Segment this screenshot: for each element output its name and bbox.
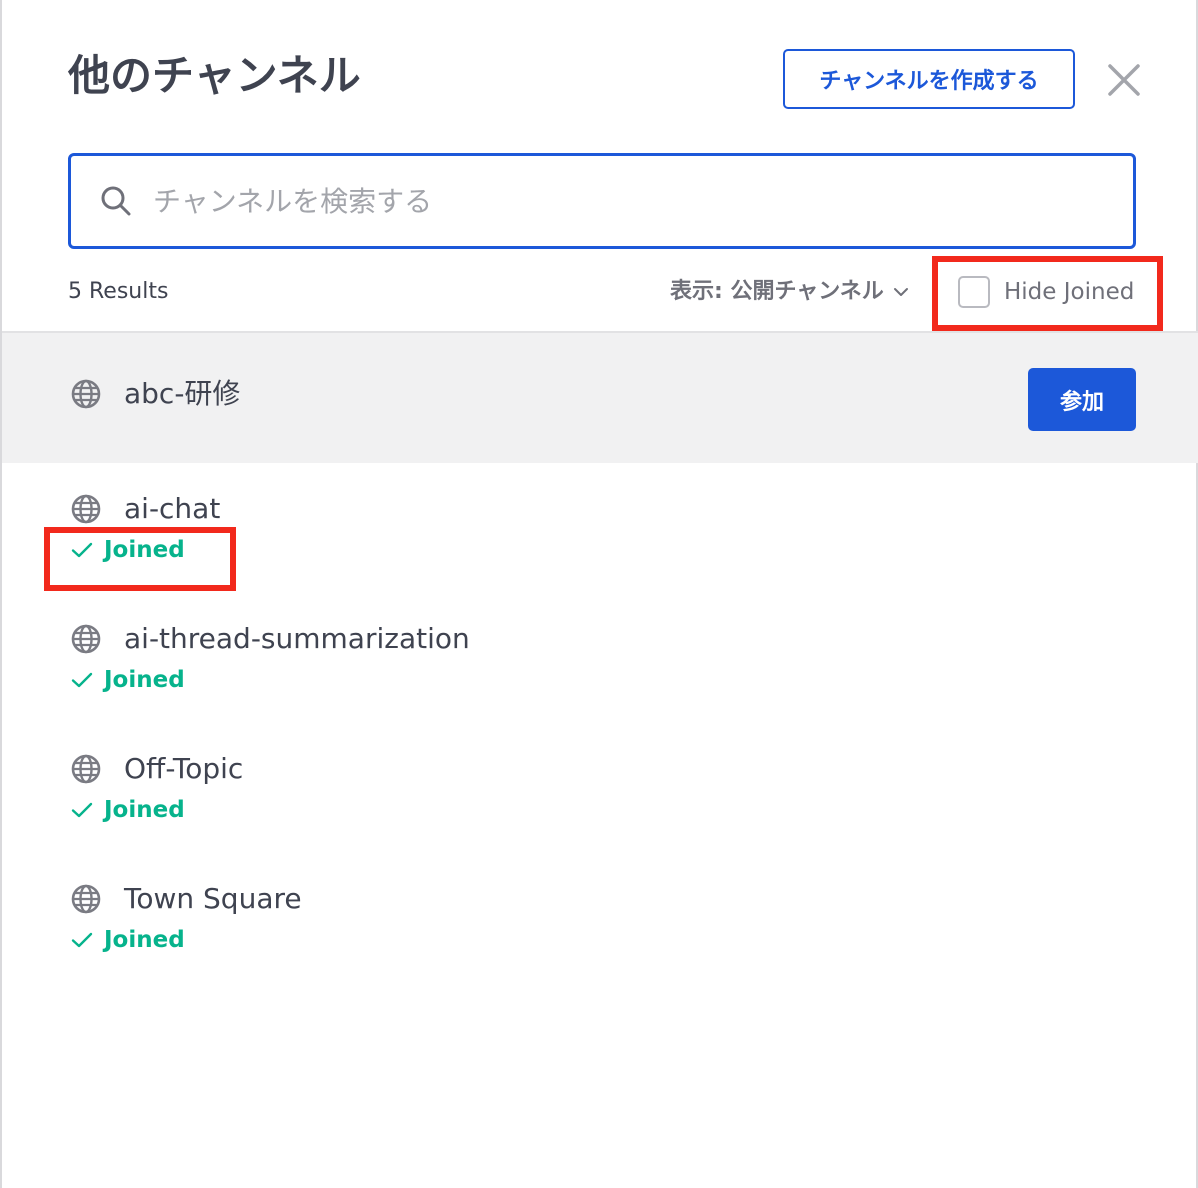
globe-icon <box>71 624 101 654</box>
check-icon <box>71 542 93 558</box>
channel-list: abc-研修 参加 ai-chat Joined ai-thread-summa… <box>2 333 1198 983</box>
joined-label: Joined <box>104 667 185 693</box>
hide-joined-label: Hide Joined <box>1004 279 1135 305</box>
results-count: 5 Results <box>68 279 169 304</box>
globe-icon <box>71 494 101 524</box>
browse-channels-modal: 他のチャンネル チャンネルを作成する 5 Results 表示: 公開チャンネル… <box>0 0 1198 1188</box>
close-icon <box>1108 64 1140 96</box>
hide-joined-checkbox[interactable] <box>958 276 990 308</box>
close-button[interactable] <box>1102 58 1146 102</box>
joined-label: Joined <box>104 797 185 823</box>
joined-status: Joined <box>70 665 185 695</box>
channel-name: Town Square <box>124 882 302 915</box>
filter-label: 表示: 公開チャンネル <box>670 279 884 304</box>
search-icon <box>101 186 131 216</box>
joined-status: Joined <box>70 535 185 565</box>
modal-title: 他のチャンネル <box>68 51 361 100</box>
hide-joined-toggle[interactable]: Hide Joined <box>958 276 1134 308</box>
channel-row[interactable]: ai-chat Joined <box>2 463 1198 593</box>
channel-name: abc-研修 <box>124 377 241 410</box>
channel-row[interactable]: ai-thread-summarization Joined <box>2 593 1198 723</box>
channel-name: ai-chat <box>124 492 221 525</box>
search-field[interactable] <box>68 153 1136 249</box>
channel-row[interactable]: Off-Topic Joined <box>2 723 1198 853</box>
channel-row[interactable]: Town Square Joined <box>2 853 1198 983</box>
check-icon <box>71 932 93 948</box>
channel-name: Off-Topic <box>124 752 244 785</box>
search-input[interactable] <box>153 171 1133 231</box>
channel-type-filter-dropdown[interactable]: 表示: 公開チャンネル <box>670 276 910 308</box>
joined-label: Joined <box>104 927 185 953</box>
channel-row[interactable]: abc-研修 参加 <box>2 333 1198 463</box>
create-channel-button[interactable]: チャンネルを作成する <box>783 49 1075 109</box>
join-channel-button[interactable]: 参加 <box>1028 368 1136 431</box>
globe-icon <box>71 379 101 409</box>
joined-label: Joined <box>104 537 185 563</box>
globe-icon <box>71 754 101 784</box>
check-icon <box>71 672 93 688</box>
check-icon <box>71 802 93 818</box>
joined-status: Joined <box>70 795 185 825</box>
joined-status: Joined <box>70 925 185 955</box>
globe-icon <box>71 884 101 914</box>
channel-name: ai-thread-summarization <box>124 622 470 655</box>
chevron-down-icon <box>893 288 908 296</box>
